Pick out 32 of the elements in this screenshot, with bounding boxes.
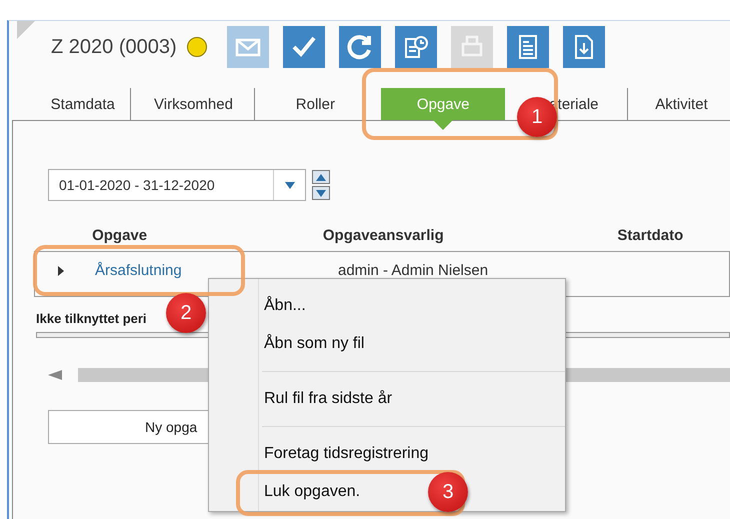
table-cell-text: admin - Admin Nielsen (338, 262, 490, 279)
corner-mark (17, 21, 35, 39)
period-dropdown[interactable]: 01-01-2020 - 31-12-2020 (48, 169, 306, 201)
caret-icon (284, 182, 294, 188)
column-header: Startdato (617, 226, 684, 244)
tab-pointer (433, 120, 454, 130)
menu-item[interactable]: Rul fil fra sidste år (264, 385, 392, 413)
down-arrow-icon (316, 190, 326, 196)
tab[interactable]: Virksomhed (133, 88, 255, 120)
toolbar-button[interactable] (394, 26, 437, 68)
caret-right-icon (57, 266, 65, 276)
column-header: Opgaveansvarlig (322, 226, 445, 244)
tab[interactable]: Roller (256, 88, 374, 120)
tab[interactable]: Stamdata (35, 88, 132, 120)
menu-item[interactable]: Åbn som ny fil (264, 330, 364, 358)
window-title: Z 2020 (0003) (51, 36, 177, 58)
toolbar-button[interactable] (282, 26, 325, 68)
menu-item[interactable]: Luk opgaven. (264, 478, 360, 506)
up-arrow-icon (316, 174, 326, 180)
scroll-left-icon[interactable] (48, 370, 62, 380)
menu-item[interactable]: Åbn... (264, 292, 306, 320)
up-button[interactable] (312, 170, 330, 184)
toolbar-button[interactable] (506, 26, 549, 68)
task-link[interactable]: Årsafslutning (95, 262, 338, 279)
menu-item[interactable]: Foretag tidsregistrering (264, 440, 429, 468)
toolbar-button[interactable] (562, 26, 605, 68)
tab[interactable]: Aktivitet (632, 88, 730, 120)
column-header: Opgave (92, 226, 148, 244)
toolbar-button[interactable] (338, 26, 381, 68)
group-label: Ikke tilknyttet peri (36, 311, 147, 326)
down-button[interactable] (312, 186, 330, 200)
refresh-icon (346, 33, 374, 61)
